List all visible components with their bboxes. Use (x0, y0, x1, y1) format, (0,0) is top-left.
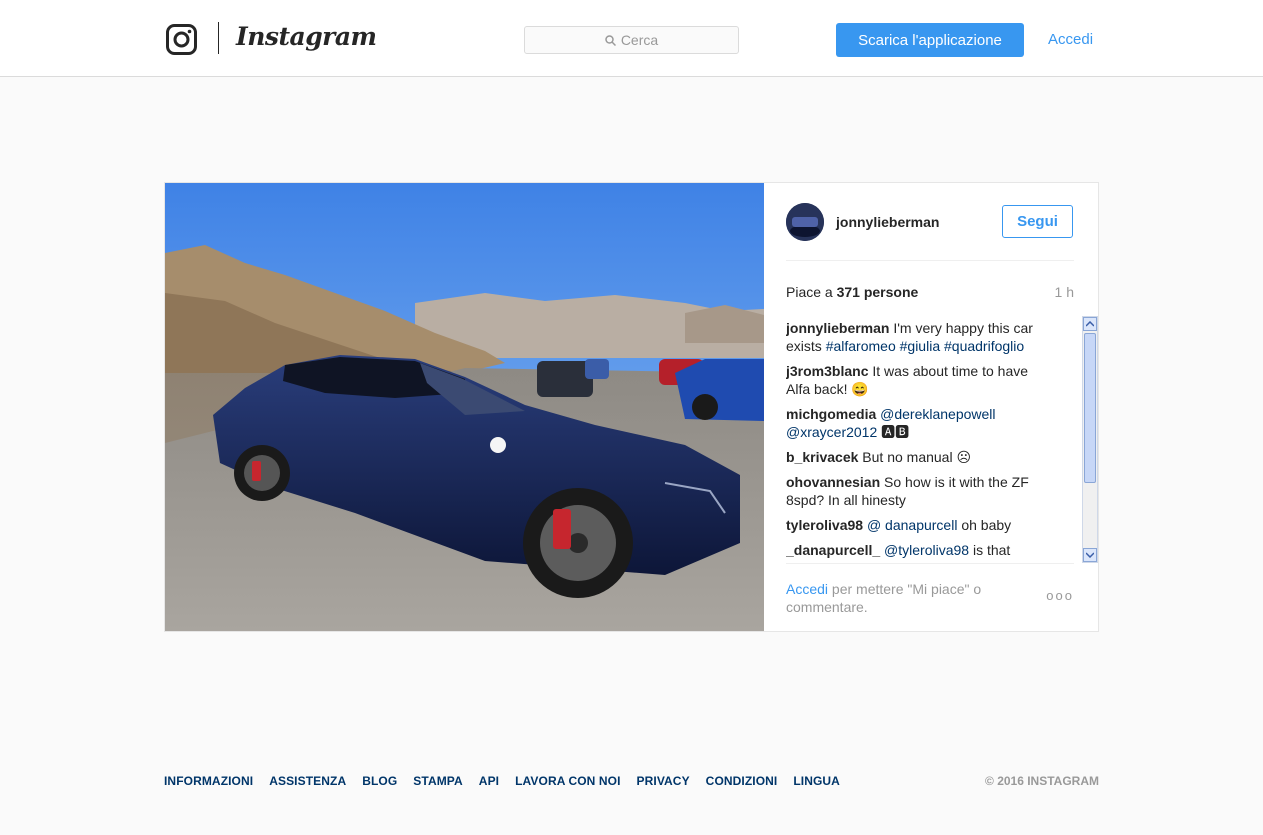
login-link[interactable]: Accedi (1048, 31, 1093, 48)
comment-tag-link[interactable]: @xraycer2012 (786, 424, 877, 440)
comment-tag-link[interactable]: #quadrifoglio (944, 338, 1024, 354)
follow-button[interactable]: Segui (1002, 205, 1073, 238)
login-prompt: Accedi per mettere "Mi piace" o commenta… (786, 581, 982, 615)
comment-text: 🅰🅱 (877, 424, 910, 440)
login-to-like-link[interactable]: Accedi (786, 581, 828, 597)
comment-username[interactable]: michgomedia (786, 406, 876, 422)
comments-scrollbar[interactable] (1082, 316, 1098, 563)
footer-link-lavora-con-noi[interactable]: LAVORA CON NOI (515, 774, 620, 788)
logo-divider (218, 22, 219, 54)
comment-list: jonnylieberman I'm very happy this car e… (786, 319, 1078, 563)
comment-item: b_krivacek But no manual ☹ (786, 448, 1054, 466)
post-header: jonnylieberman Segui (786, 203, 1074, 261)
comment-username[interactable]: j3rom3blanc (786, 363, 868, 379)
post-time[interactable]: 1 h (1055, 284, 1074, 300)
comment-username[interactable]: ohovannesian (786, 474, 880, 490)
top-bar: Instagram Cerca Scarica l'applicazione A… (0, 0, 1263, 77)
comment-username[interactable]: _danapurcell_ (786, 542, 880, 558)
comment-item: tyleroliva98 @ danapurcell oh baby (786, 516, 1054, 534)
comment-item: j3rom3blanc It was about time to have Al… (786, 362, 1054, 398)
post-card: jonnylieberman Segui Piace a 371 persone… (164, 182, 1099, 632)
scroll-up-arrow-icon[interactable] (1083, 317, 1097, 331)
comment-tag-link[interactable]: #giulia (900, 338, 940, 354)
post-sidebar: jonnylieberman Segui Piace a 371 persone… (764, 183, 1098, 631)
search-input[interactable]: Cerca (524, 26, 739, 54)
copyright: © 2016 INSTAGRAM (985, 774, 1099, 788)
footer-link-blog[interactable]: BLOG (362, 774, 397, 788)
comment-text: oh baby (957, 517, 1012, 533)
footer-link-condizioni[interactable]: CONDIZIONI (706, 774, 778, 788)
search-icon (605, 34, 616, 46)
page-footer: INFORMAZIONI ASSISTENZA BLOG STAMPA API LAVOR… (164, 774, 1099, 790)
footer-link-lingua[interactable]: LINGUA (793, 774, 840, 788)
comment-tag-link[interactable]: @tyleroliva98 (884, 542, 969, 558)
comment-tag-link[interactable]: #alfaromeo (826, 338, 896, 354)
comment-text: is that (969, 542, 1011, 558)
instagram-camera-icon[interactable] (166, 24, 197, 55)
footer-nav: INFORMAZIONI ASSISTENZA BLOG STAMPA API LAVOR… (164, 774, 1099, 788)
comment-username[interactable]: jonnylieberman (786, 320, 889, 336)
footer-link-api[interactable]: API (479, 774, 499, 788)
post-footer: Accedi per mettere "Mi piace" o commenta… (786, 563, 1074, 631)
footer-link-informazioni[interactable]: INFORMAZIONI (164, 774, 253, 788)
comment-item: _danapurcell_ @tyleroliva98 is that (786, 541, 1054, 559)
post-username[interactable]: jonnylieberman (836, 214, 939, 230)
instagram-wordmark[interactable]: Instagram (236, 22, 377, 51)
comment-item: michgomedia @dereklanepowell @xraycer201… (786, 405, 1054, 441)
likes-count: Piace a 371 persone (786, 284, 919, 300)
comment-text: But no manual ☹ (862, 449, 972, 465)
download-app-button[interactable]: Scarica l'applicazione (836, 23, 1024, 57)
more-options-icon[interactable]: ooo (1046, 588, 1074, 603)
footer-link-assistenza[interactable]: ASSISTENZA (269, 774, 346, 788)
post-photo[interactable] (165, 183, 764, 631)
likes-link[interactable]: 371 persone (837, 284, 919, 300)
comment-item: jonnylieberman I'm very happy this car e… (786, 319, 1054, 355)
comment-username[interactable]: b_krivacek (786, 449, 858, 465)
footer-link-stampa[interactable]: STAMPA (413, 774, 463, 788)
scroll-thumb[interactable] (1084, 333, 1096, 483)
scroll-down-arrow-icon[interactable] (1083, 548, 1097, 562)
search-placeholder: Cerca (620, 32, 659, 48)
comment-username[interactable]: tyleroliva98 (786, 517, 863, 533)
footer-link-privacy[interactable]: PRIVACY (637, 774, 690, 788)
comment-item: ohovannesian So how is it with the ZF 8s… (786, 473, 1054, 509)
comment-tag-link[interactable]: @ danapurcell (867, 517, 958, 533)
comment-tag-link[interactable]: @dereklanepowell (880, 406, 995, 422)
avatar[interactable] (786, 203, 824, 241)
